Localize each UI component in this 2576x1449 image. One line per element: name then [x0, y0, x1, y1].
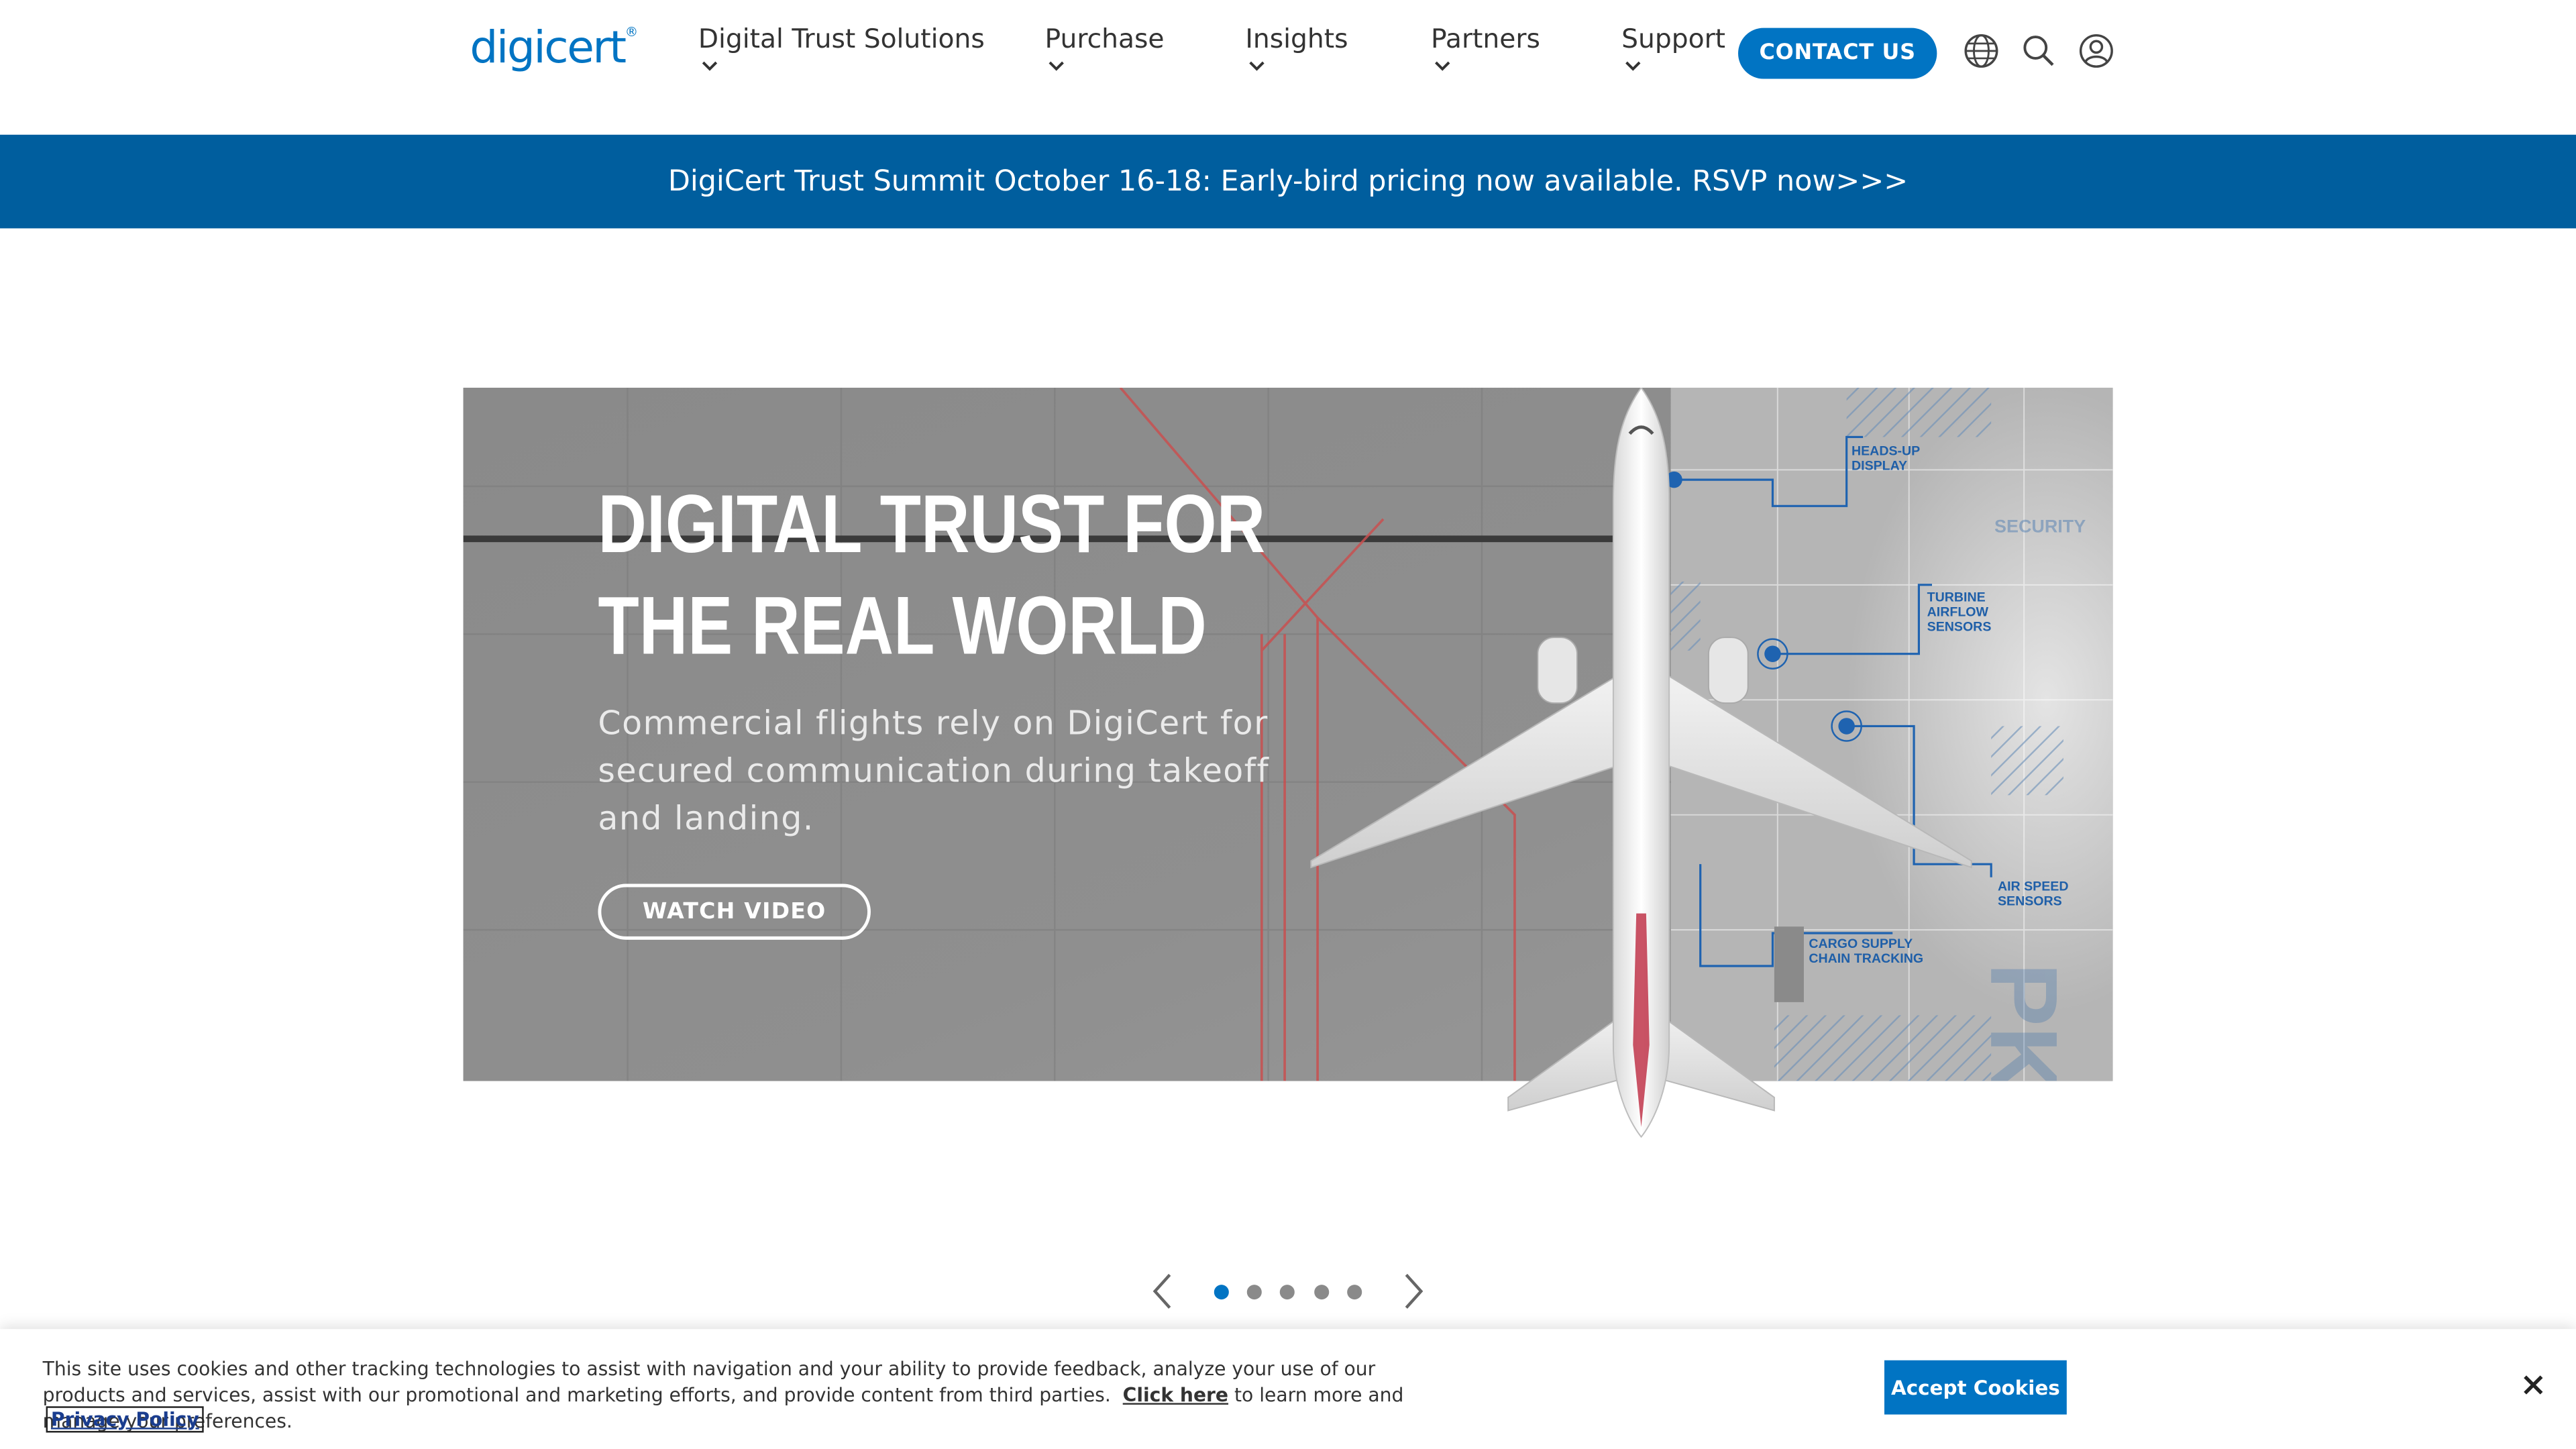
nav-label: Partners: [1431, 23, 1540, 54]
nav-digital-trust-solutions[interactable]: Digital Trust Solutions: [698, 23, 985, 71]
chevron-down-icon: [1049, 61, 1064, 71]
carousel-dot-2[interactable]: [1246, 1285, 1262, 1300]
nav-support[interactable]: Support: [1621, 23, 1726, 71]
promo-banner-text: DigiCert Trust Summit October 16-18: Ear…: [667, 165, 1909, 199]
cookie-banner: This site uses cookies and other trackin…: [0, 1329, 2576, 1449]
hero-title: DIGITAL TRUST FOR THE REAL WORLD: [598, 478, 1266, 672]
nav-label: Insights: [1245, 23, 1348, 54]
airplane-image: [1310, 387, 1972, 1138]
carousel-next-arrow-icon[interactable]: [1397, 1272, 1430, 1311]
watch-video-button[interactable]: WATCH VIDEO: [598, 883, 871, 940]
carousel-prev-arrow-icon[interactable]: [1146, 1272, 1179, 1311]
site-header: digicert® Digital Trust Solutions Purcha…: [0, 0, 2576, 135]
chevron-down-icon: [1435, 61, 1450, 71]
chevron-down-icon: [1249, 61, 1265, 71]
hero-subtitle: Commercial flights rely on DigiCert for …: [598, 703, 1270, 838]
nav-label: Support: [1621, 23, 1726, 54]
chevron-down-icon: [1625, 61, 1641, 71]
globe-icon[interactable]: [1964, 33, 2000, 69]
promo-banner[interactable]: DigiCert Trust Summit October 16-18: Ear…: [0, 134, 2576, 229]
carousel-dot-5[interactable]: [1347, 1285, 1362, 1300]
nav-insights[interactable]: Insights: [1245, 23, 1348, 71]
digicert-logo[interactable]: digicert®: [470, 23, 638, 74]
user-account-icon[interactable]: [2078, 33, 2114, 69]
nav-purchase[interactable]: Purchase: [1044, 23, 1165, 71]
carousel-dot-3[interactable]: [1279, 1285, 1295, 1300]
accept-cookies-button[interactable]: Accept Cookies: [1884, 1360, 2067, 1415]
callout-air-speed-sensors: AIR SPEED SENSORS: [1998, 879, 2069, 908]
chevron-down-icon: [702, 61, 718, 71]
nav-label: Purchase: [1044, 23, 1165, 54]
callout-security: SECURITY: [1994, 516, 2086, 536]
carousel-dot-4[interactable]: [1314, 1285, 1330, 1300]
search-icon[interactable]: [2021, 33, 2057, 69]
cookie-preferences-link[interactable]: Click here: [1123, 1383, 1228, 1406]
nav-label: Digital Trust Solutions: [698, 23, 985, 54]
cookie-banner-text: This site uses cookies and other trackin…: [43, 1355, 1456, 1434]
nav-partners[interactable]: Partners: [1431, 23, 1540, 71]
close-icon[interactable]: [2520, 1372, 2546, 1398]
privacy-policy-link[interactable]: Privacy Policy: [46, 1406, 205, 1433]
carousel-dot-1[interactable]: [1214, 1285, 1229, 1300]
contact-us-button[interactable]: CONTACT US: [1738, 28, 1937, 79]
